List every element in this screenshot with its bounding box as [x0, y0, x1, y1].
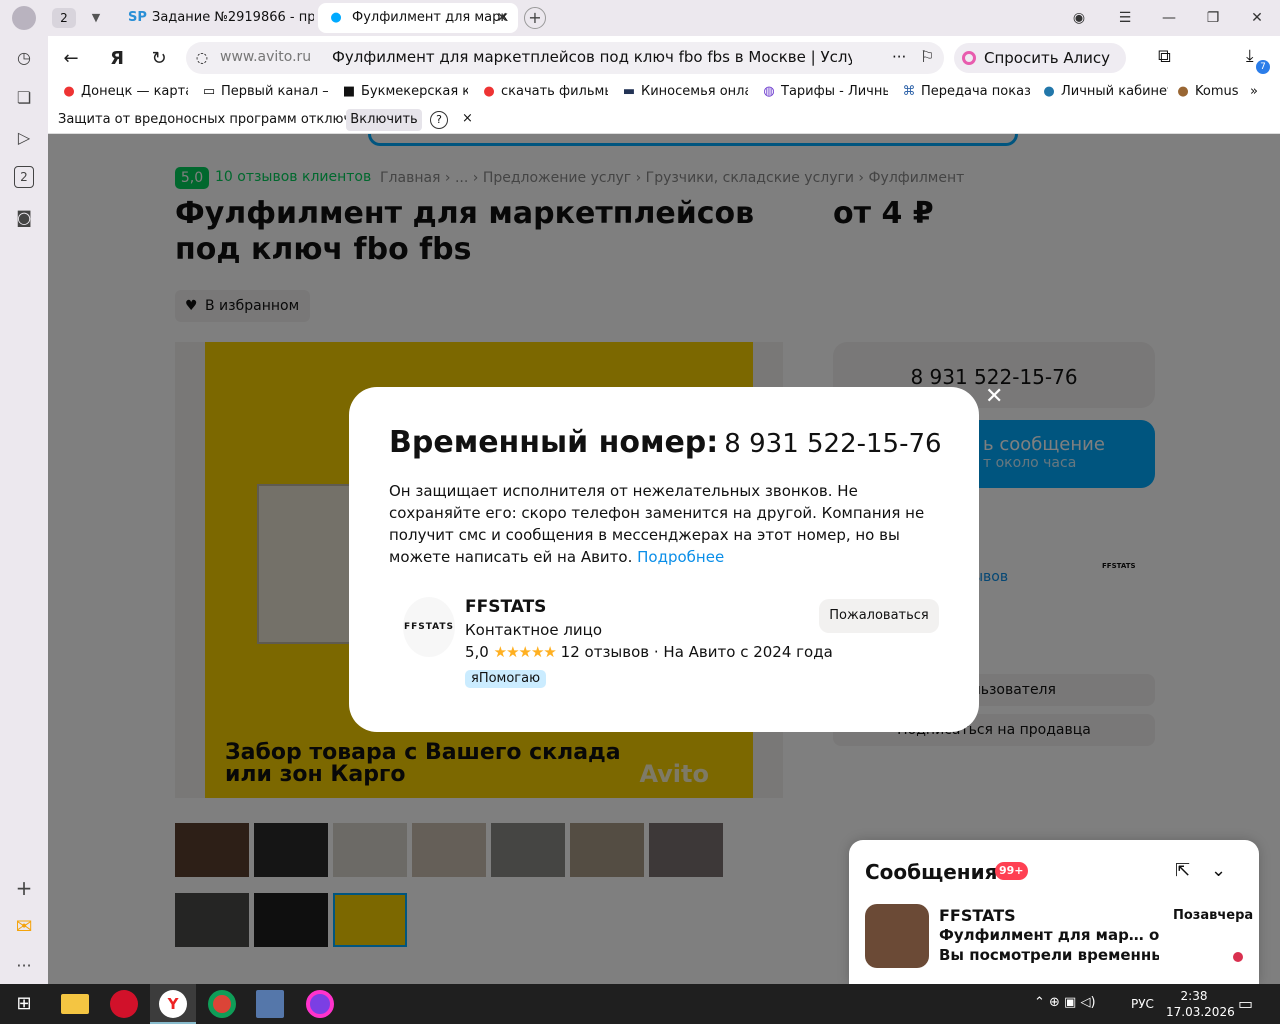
report-button[interactable]: Пожаловаться: [819, 599, 939, 633]
bookmark-item[interactable]: ▭ Первый канал —: [202, 84, 328, 99]
chat-avatar: [865, 904, 929, 968]
bookmark-item[interactable]: ●скачать фильмы 2: [482, 84, 608, 99]
bookmarks-bar: ● Донецк — карта, ▭ Первый канал — ■ Букмек…: [48, 80, 1280, 106]
messages-title: Сообщения: [865, 860, 998, 884]
explorer-icon[interactable]: [61, 994, 89, 1014]
app-color-icon[interactable]: [306, 990, 334, 1018]
map-pin-icon: ●: [63, 84, 75, 99]
bet-icon: ■: [342, 84, 356, 99]
downloads-icon[interactable]: ⤓: [1246, 46, 1254, 66]
komus-icon: ●: [1177, 84, 1189, 99]
shield-icon[interactable]: ◌: [192, 48, 212, 68]
seller-rating: 5,0 ★★★★★ 12 отзывов · На Авито с 2024 г…: [465, 643, 833, 661]
profile-avatar[interactable]: [12, 6, 36, 30]
chrome-icon[interactable]: [208, 990, 236, 1018]
notifications-icon[interactable]: ▭: [1238, 994, 1253, 1013]
unread-dot: [1233, 952, 1243, 962]
more-bookmarks-icon[interactable]: »: [1250, 84, 1270, 99]
star-icons: ★★★★★: [493, 643, 557, 661]
profile-icon[interactable]: ◉: [1064, 6, 1094, 30]
bookmark-item[interactable]: ▬Киносемья онлай: [622, 84, 748, 99]
alice-icon: [962, 51, 976, 65]
bookmark-item[interactable]: ● Донецк — карта,: [62, 84, 188, 99]
address-domain: www.avito.ru: [220, 49, 312, 65]
tab-close-icon[interactable]: ✕: [496, 3, 508, 33]
back-icon[interactable]: ←: [58, 46, 84, 72]
help-icon[interactable]: ?: [430, 111, 448, 129]
chat-subject: Фулфилмент для мар… от 4 ₽: [939, 926, 1159, 944]
transfer-icon: ⌘: [902, 84, 916, 99]
notice-text: Защита от вредоносных программ отключена: [58, 112, 376, 127]
tab-avito[interactable]: ● Фулфилмент для марк ✕: [318, 3, 518, 33]
bookmark-item[interactable]: ● Личный кабинет: [1042, 84, 1168, 99]
reload-icon[interactable]: ↻: [146, 46, 172, 72]
yandex-browser-icon[interactable]: Y: [159, 990, 187, 1018]
menu-icon[interactable]: ☰: [1110, 6, 1140, 30]
tray-icons[interactable]: ⌃ ⊕ ▣ ◁): [1034, 995, 1096, 1010]
more-icon[interactable]: ···: [12, 954, 36, 978]
more-link[interactable]: Подробнее: [637, 548, 724, 566]
chat-preview: Вы посмотрели временный…: [939, 946, 1159, 964]
camera-icon[interactable]: ◙: [12, 206, 36, 230]
more-dots-icon[interactable]: ···: [892, 48, 906, 66]
notice-close-icon[interactable]: ×: [462, 111, 473, 126]
add-icon[interactable]: +: [12, 876, 36, 900]
chevron-down-icon[interactable]: ▼: [84, 8, 108, 28]
tab-count-badge[interactable]: 2: [52, 8, 76, 28]
bookmark-item[interactable]: ■Букмекерская кон: [342, 84, 468, 99]
app-icon[interactable]: [256, 990, 284, 1018]
chart-icon: ◍: [763, 84, 775, 99]
bookmark-item[interactable]: ● Komus: [1176, 84, 1238, 99]
messages-widget[interactable]: Сообщения 99+ ⇱ ⌄ FFSTATS Позавчера Фулф…: [849, 840, 1259, 984]
minimize-icon[interactable]: —: [1154, 6, 1184, 30]
modal-phone[interactable]: 8 931 522-15-76: [724, 429, 941, 459]
seller-name[interactable]: FFSTATS: [465, 597, 546, 617]
tab-favicon-sp: SP: [128, 10, 147, 25]
modal-description: Он защищает исполнителя от нежелательных…: [389, 482, 925, 566]
opera-icon[interactable]: [110, 990, 138, 1018]
clock[interactable]: 2:38 17.03.2026: [1166, 988, 1235, 1020]
mail-icon[interactable]: ✉: [12, 914, 36, 938]
bookmark-icon[interactable]: ⚐: [920, 47, 934, 66]
tabs-counter[interactable]: 2: [14, 166, 34, 188]
address-page-title: Фулфилмент для маркетплейсов под ключ fb…: [332, 48, 852, 66]
browser-sidebar: ◷ ❏ ▷ 2 ◙ + ✉ ···: [0, 36, 48, 984]
chat-name: FFSTATS: [939, 906, 1016, 925]
tv-icon: ▭: [202, 84, 216, 99]
new-tab-plus-icon[interactable]: +: [524, 7, 546, 29]
history-icon[interactable]: ◷: [12, 46, 36, 70]
chat-time: Позавчера: [1173, 908, 1254, 923]
drop-icon: ●: [1043, 84, 1055, 99]
tab-label: Задание №2919866 - про: [152, 10, 314, 25]
enable-protection-button[interactable]: Включить: [346, 109, 422, 131]
bookmark-item[interactable]: ⌘ Передача показа: [902, 84, 1031, 99]
play-icon[interactable]: ▷: [12, 126, 36, 150]
yandex-icon: ●: [483, 84, 495, 99]
close-icon[interactable]: ✕: [985, 384, 1003, 409]
language-indicator[interactable]: РУС: [1131, 997, 1154, 1011]
yandex-icon[interactable]: Я: [104, 46, 130, 72]
collections-icon[interactable]: ⧉: [1158, 46, 1171, 67]
bookmark-item[interactable]: ◍Тарифы - Личный: [762, 84, 888, 99]
tab-label: Фулфилмент для марк: [352, 10, 509, 25]
chevron-down-icon[interactable]: ⌄: [1211, 860, 1226, 881]
help-badge: яПомогаю: [465, 670, 547, 688]
ask-alice-button[interactable]: Спросить Алису AI: [954, 43, 1126, 97]
modal-title: Временный номер: 8 931 522-15-76: [389, 425, 942, 460]
tab-task[interactable]: SP Задание №2919866 - про: [118, 3, 314, 33]
seller-role: Контактное лицо: [465, 621, 603, 639]
close-window-icon[interactable]: ✕: [1242, 6, 1272, 30]
avito-favicon-icon: ●: [330, 10, 342, 25]
monitor-icon: ▬: [622, 84, 636, 99]
messages-badge: 99+: [995, 862, 1028, 880]
seller-logo: FFSTATS: [403, 597, 455, 657]
open-external-icon[interactable]: ⇱: [1175, 860, 1190, 881]
windows-start-icon[interactable]: ⊞: [10, 990, 38, 1018]
downloads-badge: 7: [1256, 60, 1270, 74]
temporary-number-modal: Временный номер: 8 931 522-15-76 Он защищ…: [349, 387, 979, 732]
collections-icon[interactable]: ❏: [12, 86, 36, 110]
restore-icon[interactable]: ❐: [1198, 6, 1228, 30]
